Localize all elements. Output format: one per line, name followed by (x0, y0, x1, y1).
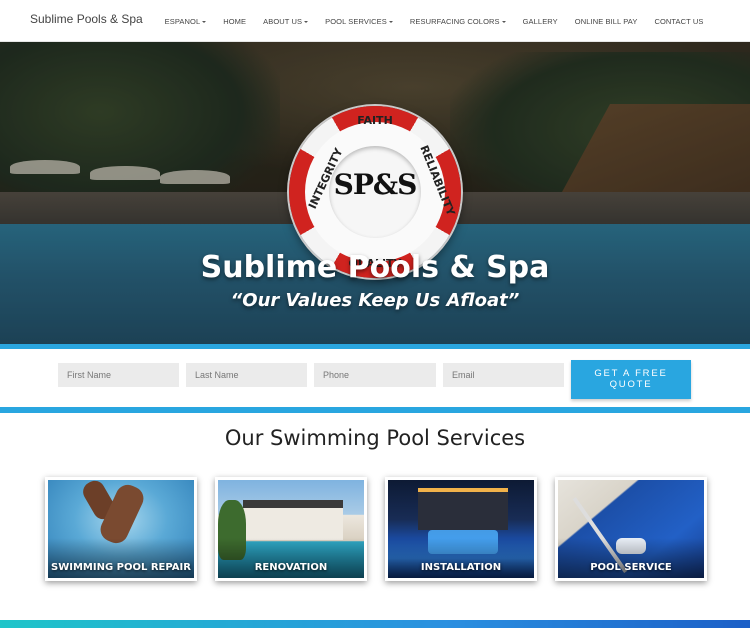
main-menu: ESPANOL HOME ABOUT US POOL SERVICES RESU… (156, 0, 712, 42)
quote-form: First Name Last Name Phone Email GET A F… (0, 349, 750, 407)
menu-item-label: ONLINE BILL PAY (574, 16, 638, 26)
hero-tagline: “Our Values Keep Us Afloat” (230, 290, 520, 311)
menu-item-home[interactable]: HOME (215, 17, 255, 26)
card-image-detail (418, 488, 508, 530)
menu-item-resurfacing-colors[interactable]: RESURFACING COLORS (401, 17, 514, 26)
menu-item-label: CONTACT US (654, 16, 704, 26)
email-field[interactable]: Email (443, 363, 564, 387)
service-card-pool-repair[interactable]: SWIMMING POOL REPAIR (45, 477, 197, 581)
services-heading: Our Swimming Pool Services (224, 426, 526, 450)
hero-banner: SP&S FAITH INTEGRITY RELIABILITY QUALITY… (0, 42, 750, 344)
chevron-down-icon (202, 20, 207, 23)
menu-item-online-bill-pay[interactable]: ONLINE BILL PAY (566, 17, 646, 26)
footer-accent-bar (0, 620, 750, 628)
menu-item-espanol[interactable]: ESPANOL (156, 17, 215, 26)
first-name-field[interactable]: First Name (58, 363, 179, 387)
menu-item-label: ESPANOL (164, 16, 201, 26)
card-image-detail (243, 500, 343, 540)
menu-item-label: ABOUT US (263, 16, 303, 26)
service-card-pool-service[interactable]: POOL SERVICE (555, 477, 707, 581)
menu-item-label: GALLERY (522, 16, 558, 26)
get-free-quote-button[interactable]: GET A FREE QUOTE (571, 360, 691, 399)
service-card-label: INSTALLATION (420, 562, 502, 573)
service-card-label: RENOVATION (254, 562, 328, 573)
menu-item-label: HOME (223, 16, 247, 26)
menu-item-about-us[interactable]: ABOUT US (255, 17, 317, 26)
last-name-field[interactable]: Last Name (186, 363, 307, 387)
chevron-down-icon (501, 20, 506, 23)
chevron-down-icon (304, 20, 309, 23)
chevron-down-icon (388, 20, 393, 23)
divider-bar (0, 407, 750, 413)
brand-link[interactable]: Sublime Pools & Spa (30, 12, 143, 26)
logo-word-faith: FAITH (357, 114, 393, 127)
menu-item-contact-us[interactable]: CONTACT US (646, 17, 712, 26)
menu-item-pool-services[interactable]: POOL SERVICES (317, 17, 402, 26)
service-card-installation[interactable]: INSTALLATION (385, 477, 537, 581)
service-card-label: POOL SERVICE (590, 562, 672, 573)
service-card-label: SWIMMING POOL REPAIR (51, 562, 191, 573)
menu-item-gallery[interactable]: GALLERY (514, 17, 566, 26)
top-navbar: Sublime Pools & Spa ESPANOL HOME ABOUT U… (0, 0, 750, 42)
service-card-renovation[interactable]: RENOVATION (215, 477, 367, 581)
phone-field[interactable]: Phone (314, 363, 436, 387)
hero-title: Sublime Pools & Spa (200, 250, 550, 285)
menu-item-label: RESURFACING COLORS (409, 16, 500, 26)
menu-item-label: POOL SERVICES (325, 16, 387, 26)
